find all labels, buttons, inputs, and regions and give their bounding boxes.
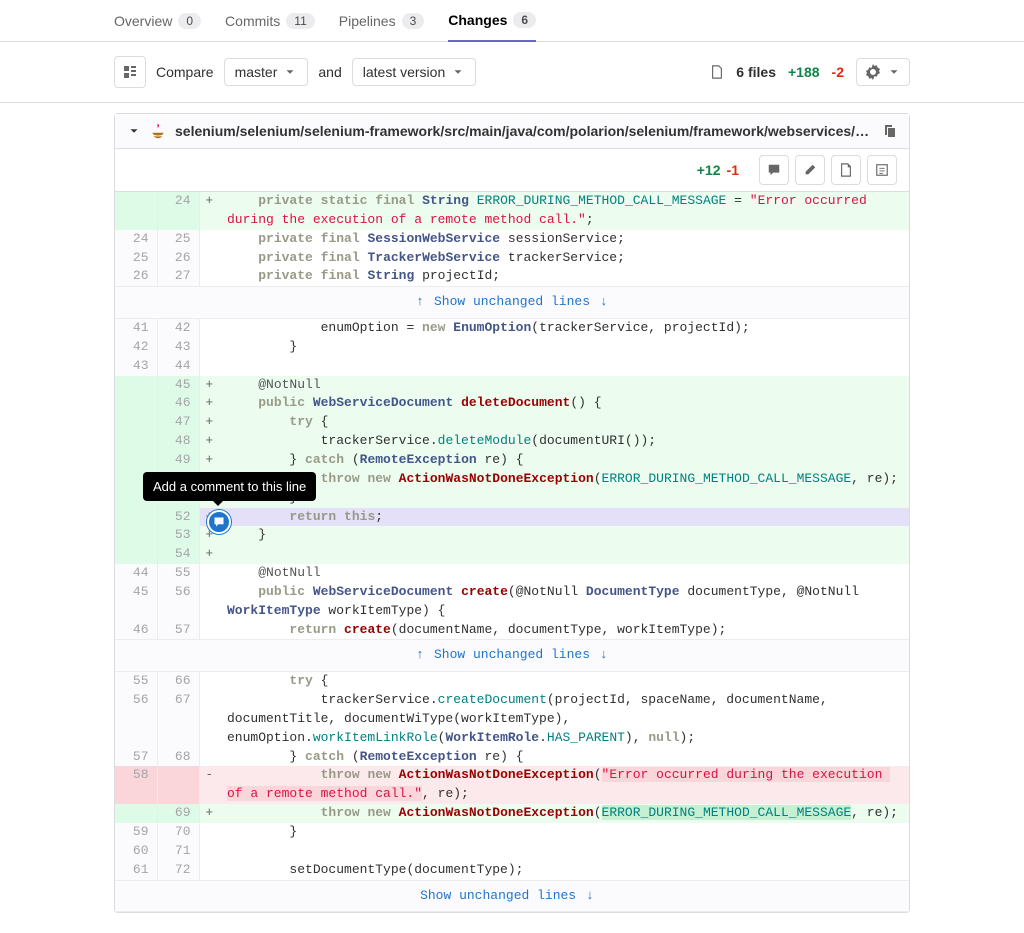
diff-line[interactable]: 2627 private final String projectId; [115, 267, 909, 286]
target-version-dropdown[interactable]: latest version [352, 58, 476, 86]
diff-line[interactable]: 48+ trackerService.deleteModule(document… [115, 432, 909, 451]
files-count: 6 files [736, 64, 776, 80]
tab-pipelines-count: 3 [402, 13, 425, 29]
tab-overview[interactable]: Overview0 [114, 0, 201, 41]
diff-line[interactable]: 6071 [115, 842, 909, 861]
diff-line[interactable]: 46+ public WebServiceDocument deleteDocu… [115, 394, 909, 413]
tab-overview-count: 0 [178, 13, 201, 29]
diff-line[interactable]: 4556 public WebServiceDocument create(@N… [115, 583, 909, 621]
source-branch-dropdown[interactable]: master [224, 58, 309, 86]
diff-line[interactable]: 5667 trackerService.createDocument(proje… [115, 691, 909, 748]
comment-tooltip: Add a comment to this line [143, 472, 316, 501]
java-file-icon [149, 122, 167, 140]
collapse-file-toggle[interactable] [127, 124, 141, 138]
chevron-down-icon [887, 65, 901, 79]
compare-toolbar: Compare master and latest version 6 file… [0, 42, 1024, 103]
tab-commits[interactable]: Commits11 [225, 0, 315, 41]
diff-line[interactable]: 5768 } catch (RemoteException re) { [115, 748, 909, 767]
diff-file: selenium/selenium/selenium-framework/src… [114, 113, 910, 913]
mr-tabs: Overview0 Commits11 Pipelines3 Changes6 [0, 0, 1024, 42]
diff-line[interactable]: 45+ @NotNull [115, 376, 909, 395]
and-label: and [318, 64, 341, 80]
expand-lines[interactable]: ↑Show unchanged lines↓ [115, 287, 909, 319]
chevron-down-icon [451, 65, 465, 79]
total-deletions: -2 [832, 64, 844, 80]
diff-line[interactable]: 69+ throw new ActionWasNotDoneException(… [115, 804, 909, 823]
comment-icon [213, 516, 225, 528]
diff-line[interactable]: 4344 [115, 357, 909, 376]
tab-pipelines[interactable]: Pipelines3 [339, 0, 425, 41]
diff-line[interactable]: 6172 setDocumentType(documentType); [115, 861, 909, 880]
total-additions: +188 [788, 64, 820, 80]
diff-line[interactable]: 53+ } [115, 526, 909, 545]
new-line-num: 24 [157, 192, 199, 230]
diff-line[interactable]: 58- throw new ActionWasNotDoneException(… [115, 766, 909, 804]
diff-line[interactable]: 5566 try { [115, 672, 909, 691]
diff-line[interactable]: 4657 return create(documentName, documen… [115, 621, 909, 640]
add-comment-button[interactable] [207, 510, 231, 534]
diff-table: 24+ private static final String ERROR_DU… [115, 192, 909, 508]
tab-changes[interactable]: Changes6 [448, 0, 536, 42]
diff-settings-dropdown[interactable] [856, 58, 910, 86]
file-header: selenium/selenium/selenium-framework/src… [115, 114, 909, 149]
diff-line[interactable]: 2425 private final SessionWebService ses… [115, 230, 909, 249]
diff-line[interactable]: 4142 enumOption = new EnumOption(tracker… [115, 319, 909, 338]
tab-changes-count: 6 [513, 12, 536, 28]
diff-table: 52+ return this; 53+ } 54+ 4455 @NotNull… [115, 508, 909, 913]
diff-line[interactable]: 47+ try { [115, 413, 909, 432]
chevron-down-icon [283, 65, 297, 79]
toggle-comments-button[interactable] [759, 155, 789, 185]
diff-line[interactable]: 5970 } [115, 823, 909, 842]
compare-label: Compare [156, 64, 214, 80]
gear-icon [865, 64, 881, 80]
copy-path-icon[interactable] [881, 123, 897, 139]
diff-line[interactable]: 2526 private final TrackerWebService tra… [115, 249, 909, 268]
diff-line[interactable]: 49+ } catch (RemoteException re) { [115, 451, 909, 470]
diff-line[interactable]: 54+ [115, 545, 909, 564]
file-additions: +12 [697, 162, 721, 178]
diff-line-highlighted[interactable]: 52+ return this; [115, 508, 909, 527]
expand-lines[interactable]: Show unchanged lines↓ [115, 880, 909, 912]
file-deletions: -1 [727, 162, 739, 178]
diff-line[interactable]: 4243 } [115, 338, 909, 357]
diff-line[interactable]: 4455 @NotNull [115, 564, 909, 583]
file-stats-bar: +12 -1 [115, 149, 909, 192]
old-line-num [115, 192, 157, 230]
files-icon [710, 65, 724, 79]
edit-file-button[interactable] [795, 155, 825, 185]
more-actions-button[interactable] [831, 155, 861, 185]
expand-lines[interactable]: ↑Show unchanged lines↓ [115, 640, 909, 672]
view-file-button[interactable] [867, 155, 897, 185]
diff-line[interactable]: 24+ private static final String ERROR_DU… [115, 192, 909, 230]
file-tree-toggle[interactable] [114, 56, 146, 88]
tab-commits-count: 11 [286, 13, 314, 29]
file-path[interactable]: selenium/selenium/selenium-framework/src… [175, 123, 873, 139]
